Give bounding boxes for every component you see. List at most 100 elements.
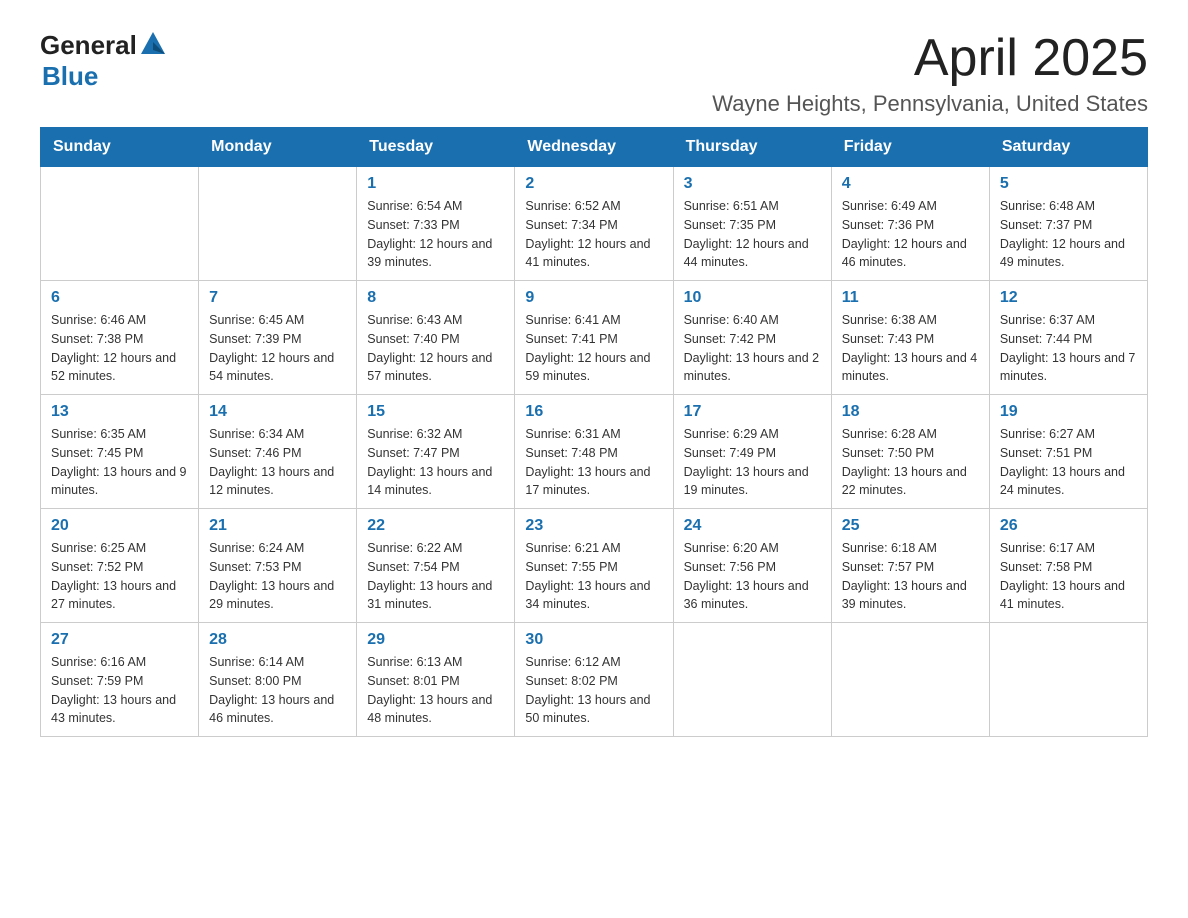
day-info: Sunrise: 6:17 AMSunset: 7:58 PMDaylight:… [1000,539,1137,614]
calendar-cell: 12 Sunrise: 6:37 AMSunset: 7:44 PMDayligh… [989,281,1147,395]
day-number: 14 [209,403,346,421]
day-info: Sunrise: 6:31 AMSunset: 7:48 PMDaylight:… [525,425,662,500]
logo-blue-text: Blue [42,61,98,92]
day-number: 4 [842,175,979,193]
calendar-cell: 25Sunrise: 6:18 AMSunset: 7:57 PMDayligh… [831,509,989,623]
calendar-header-monday: Monday [199,128,357,167]
calendar-cell: 24 Sunrise: 6:20 AMSunset: 7:56 PMDayligh… [673,509,831,623]
day-number: 12 [1000,289,1137,307]
day-info: Sunrise: 6:35 AMSunset: 7:45 PMDaylight:… [51,425,188,500]
day-number: 1 [367,175,504,193]
calendar-header-friday: Friday [831,128,989,167]
calendar-cell: 13 Sunrise: 6:35 AMSunset: 7:45 PMDayligh… [41,395,199,509]
day-info: Sunrise: 6:21 AMSunset: 7:55 PMDaylight:… [525,539,662,614]
day-number: 30 [525,631,662,649]
day-number: 2 [525,175,662,193]
calendar-cell: 29 Sunrise: 6:13 AMSunset: 8:01 PMDayligh… [357,623,515,737]
calendar-cell: 6 Sunrise: 6:46 AMSunset: 7:38 PMDaylight… [41,281,199,395]
day-info: Sunrise: 6:43 AMSunset: 7:40 PMDaylight:… [367,311,504,386]
calendar-cell: 7 Sunrise: 6:45 AMSunset: 7:39 PMDaylight… [199,281,357,395]
calendar-cell: 16 Sunrise: 6:31 AMSunset: 7:48 PMDayligh… [515,395,673,509]
day-number: 17 [684,403,821,421]
calendar-cell [41,167,199,281]
calendar-header-sunday: Sunday [41,128,199,167]
day-number: 26 [1000,517,1137,535]
calendar-cell: 10Sunrise: 6:40 AMSunset: 7:42 PMDayligh… [673,281,831,395]
calendar-header-saturday: Saturday [989,128,1147,167]
day-info: Sunrise: 6:29 AMSunset: 7:49 PMDaylight:… [684,425,821,500]
day-number: 11 [842,289,979,307]
calendar-cell: 9 Sunrise: 6:41 AMSunset: 7:41 PMDaylight… [515,281,673,395]
calendar-cell: 1Sunrise: 6:54 AMSunset: 7:33 PMDaylight… [357,167,515,281]
calendar-cell: 26 Sunrise: 6:17 AMSunset: 7:58 PMDayligh… [989,509,1147,623]
day-number: 27 [51,631,188,649]
day-info: Sunrise: 6:38 AMSunset: 7:43 PMDaylight:… [842,311,979,386]
day-number: 22 [367,517,504,535]
calendar-cell: 30 Sunrise: 6:12 AMSunset: 8:02 PMDayligh… [515,623,673,737]
day-info: Sunrise: 6:12 AMSunset: 8:02 PMDaylight:… [525,653,662,728]
day-info: Sunrise: 6:37 AMSunset: 7:44 PMDaylight:… [1000,311,1137,386]
day-info: Sunrise: 6:27 AMSunset: 7:51 PMDaylight:… [1000,425,1137,500]
calendar-cell [831,623,989,737]
day-info: Sunrise: 6:45 AMSunset: 7:39 PMDaylight:… [209,311,346,386]
calendar-title: April 2025 [712,30,1148,87]
day-number: 18 [842,403,979,421]
calendar-header-wednesday: Wednesday [515,128,673,167]
day-info: Sunrise: 6:48 AMSunset: 7:37 PMDaylight:… [1000,197,1137,272]
calendar-cell: 17 Sunrise: 6:29 AMSunset: 7:49 PMDayligh… [673,395,831,509]
logo-icon [139,28,167,56]
calendar-cell [199,167,357,281]
day-info: Sunrise: 6:25 AMSunset: 7:52 PMDaylight:… [51,539,188,614]
calendar-cell [989,623,1147,737]
day-info: Sunrise: 6:28 AMSunset: 7:50 PMDaylight:… [842,425,979,500]
day-number: 16 [525,403,662,421]
day-number: 6 [51,289,188,307]
calendar-cell: 20 Sunrise: 6:25 AMSunset: 7:52 PMDayligh… [41,509,199,623]
day-info: Sunrise: 6:34 AMSunset: 7:46 PMDaylight:… [209,425,346,500]
calendar-table: SundayMondayTuesdayWednesdayThursdayFrid… [40,127,1148,737]
calendar-cell: 19 Sunrise: 6:27 AMSunset: 7:51 PMDayligh… [989,395,1147,509]
logo-general-text: General [40,30,137,61]
day-info: Sunrise: 6:22 AMSunset: 7:54 PMDaylight:… [367,539,504,614]
day-info: Sunrise: 6:41 AMSunset: 7:41 PMDaylight:… [525,311,662,386]
day-info: Sunrise: 6:51 AMSunset: 7:35 PMDaylight:… [684,197,821,272]
day-number: 8 [367,289,504,307]
day-number: 5 [1000,175,1137,193]
day-number: 9 [525,289,662,307]
calendar-cell: 8 Sunrise: 6:43 AMSunset: 7:40 PMDaylight… [357,281,515,395]
day-number: 20 [51,517,188,535]
calendar-cell: 14 Sunrise: 6:34 AMSunset: 7:46 PMDayligh… [199,395,357,509]
calendar-cell: 5 Sunrise: 6:48 AMSunset: 7:37 PMDaylight… [989,167,1147,281]
calendar-cell: 18 Sunrise: 6:28 AMSunset: 7:50 PMDayligh… [831,395,989,509]
day-number: 21 [209,517,346,535]
calendar-cell: 23Sunrise: 6:21 AMSunset: 7:55 PMDayligh… [515,509,673,623]
calendar-cell: 21 Sunrise: 6:24 AMSunset: 7:53 PMDayligh… [199,509,357,623]
day-info: Sunrise: 6:24 AMSunset: 7:53 PMDaylight:… [209,539,346,614]
day-info: Sunrise: 6:14 AMSunset: 8:00 PMDaylight:… [209,653,346,728]
day-number: 10 [684,289,821,307]
day-info: Sunrise: 6:46 AMSunset: 7:38 PMDaylight:… [51,311,188,386]
calendar-cell: 27Sunrise: 6:16 AMSunset: 7:59 PMDayligh… [41,623,199,737]
calendar-week-row: 6 Sunrise: 6:46 AMSunset: 7:38 PMDaylight… [41,281,1148,395]
calendar-cell: 4 Sunrise: 6:49 AMSunset: 7:36 PMDaylight… [831,167,989,281]
page-header: General Blue April 2025 Wayne Heights, P… [40,30,1148,117]
logo: General Blue [40,30,167,92]
calendar-cell: 15Sunrise: 6:32 AMSunset: 7:47 PMDayligh… [357,395,515,509]
day-info: Sunrise: 6:18 AMSunset: 7:57 PMDaylight:… [842,539,979,614]
day-number: 29 [367,631,504,649]
day-info: Sunrise: 6:20 AMSunset: 7:56 PMDaylight:… [684,539,821,614]
calendar-week-row: 27Sunrise: 6:16 AMSunset: 7:59 PMDayligh… [41,623,1148,737]
calendar-week-row: 20 Sunrise: 6:25 AMSunset: 7:52 PMDayligh… [41,509,1148,623]
calendar-week-row: 1Sunrise: 6:54 AMSunset: 7:33 PMDaylight… [41,167,1148,281]
day-info: Sunrise: 6:32 AMSunset: 7:47 PMDaylight:… [367,425,504,500]
day-number: 24 [684,517,821,535]
calendar-week-row: 13 Sunrise: 6:35 AMSunset: 7:45 PMDayligh… [41,395,1148,509]
day-number: 28 [209,631,346,649]
day-number: 7 [209,289,346,307]
day-info: Sunrise: 6:49 AMSunset: 7:36 PMDaylight:… [842,197,979,272]
day-info: Sunrise: 6:13 AMSunset: 8:01 PMDaylight:… [367,653,504,728]
day-number: 13 [51,403,188,421]
calendar-header-thursday: Thursday [673,128,831,167]
calendar-header-tuesday: Tuesday [357,128,515,167]
day-number: 19 [1000,403,1137,421]
